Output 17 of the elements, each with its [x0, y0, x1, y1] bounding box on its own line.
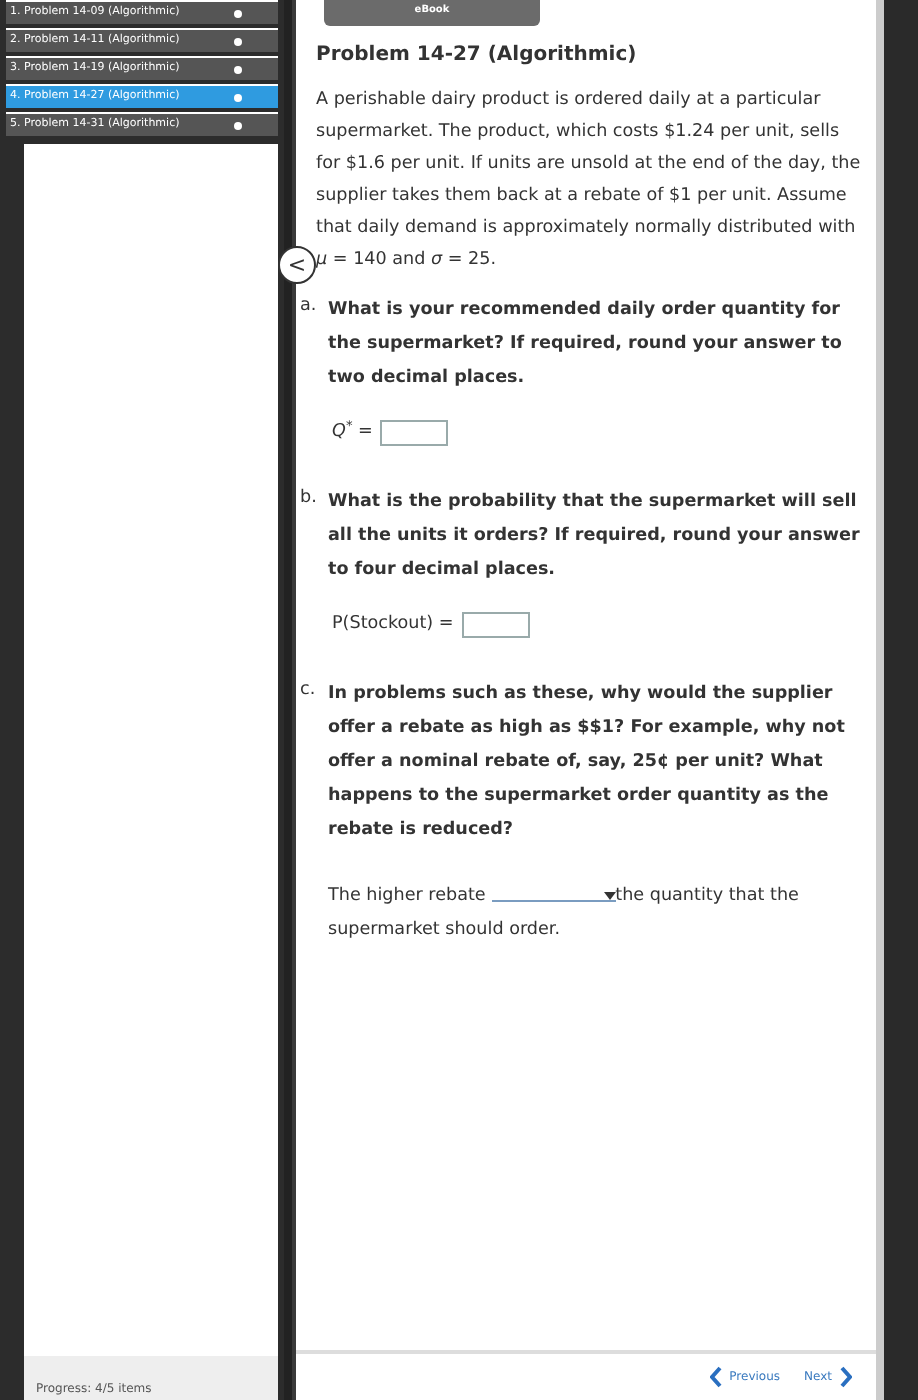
problem-title: Problem 14-27 (Algorithmic) — [316, 42, 639, 70]
question-letter: b. — [300, 486, 319, 513]
chevron-right-icon — [840, 1366, 852, 1388]
problem-text: A perishable dairy product is ordered daily at a particular supermarket. The product, which costs $1.24 per unit, sells for $1.6 per unit. If units are unsold at the end of the day, the supplier takes them back at a rebate of $1 per unit. Assume that daily demand is approximately normally distributed with μ = 140 and σ = 25. — [316, 88, 863, 274]
answer-label: P(Stockout) = — [332, 612, 454, 639]
question-text: What is the probability that the supermarket will sell all the units it orders? If required, round your answer to four decimal places. — [328, 490, 862, 585]
answer-field[interactable] — [380, 420, 449, 447]
question-letter: a. — [300, 294, 319, 320]
question-letter: c. — [300, 678, 318, 705]
question-text: What is your recommended daily order quantity for the supermarket? If required, round your answer to two decimal places. — [328, 298, 844, 392]
chevron-left-icon — [709, 1366, 722, 1388]
back-button[interactable]: < — [278, 246, 316, 284]
answer-field[interactable] — [461, 612, 530, 639]
answer-label: Q$^{*}$ = — [332, 420, 373, 446]
question-text: In problems such as these, why would the supplier offer a rebate as high as $$1? For example, why not offer a nominal rebate of, say, 25¢ per unit? What happens to the supermarket order quantity as the rebate is reduced? — [328, 682, 847, 845]
caret-icon — [603, 892, 616, 901]
answer-sentence: The higher rebate the quantity that the supermarket should order. — [328, 880, 868, 949]
